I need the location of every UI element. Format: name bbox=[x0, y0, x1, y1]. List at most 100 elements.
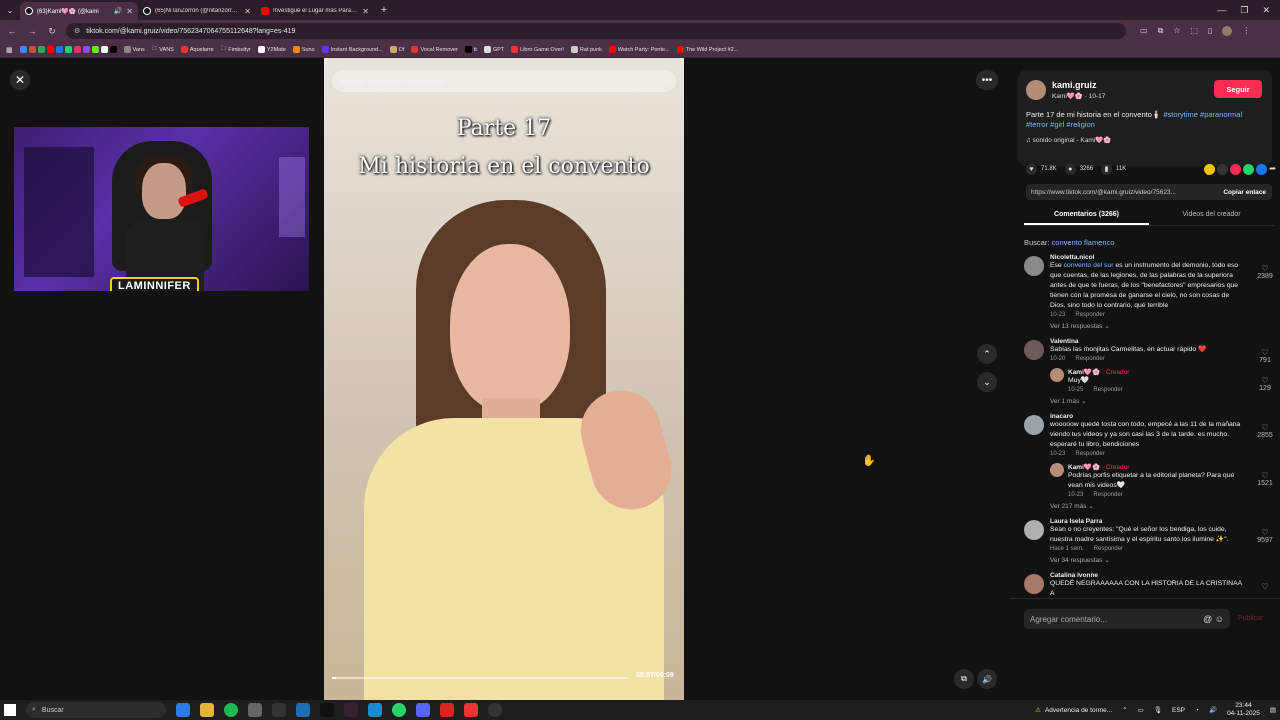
site-info-icon[interactable]: ⚙ bbox=[74, 27, 80, 35]
mention-icon[interactable]: @ bbox=[1203, 614, 1212, 624]
bookmark-fimbultyr[interactable]: 🗀 Fimbultyr bbox=[221, 45, 251, 54]
taskbar-clock[interactable]: 23:44 04-11-2025 bbox=[1227, 702, 1260, 718]
reply-author[interactable]: Kami🩷🌸 · Creador bbox=[1068, 368, 1276, 376]
bookmark-icon[interactable] bbox=[109, 46, 117, 53]
tab-comments[interactable]: Comentarios (3266) bbox=[1024, 206, 1149, 225]
bookmark-vocal-remover[interactable]: Vocal Remover bbox=[411, 46, 458, 53]
video-progress-bar[interactable] bbox=[332, 677, 628, 679]
app-icon[interactable] bbox=[344, 703, 358, 717]
browser-tab-nitanzorron[interactable]: (65)NiTanZorron (@nitanzorron) ✕ bbox=[138, 2, 256, 20]
sidebar-icon[interactable]: ▯ bbox=[1208, 26, 1212, 36]
commenter-avatar[interactable] bbox=[1024, 574, 1044, 594]
search-icon[interactable]: ⌕ bbox=[664, 76, 668, 86]
star-icon[interactable]: ☆ bbox=[1173, 26, 1180, 36]
picture-in-picture-button[interactable]: ⧉ bbox=[954, 669, 974, 689]
close-tab-icon[interactable]: ✕ bbox=[244, 7, 251, 16]
menu-icon[interactable]: ⋮ bbox=[1242, 26, 1250, 36]
tab-creator-videos[interactable]: Videos del creador bbox=[1149, 206, 1274, 225]
tab-search-icon[interactable]: ⌄ bbox=[0, 0, 20, 20]
creator-reply-avatar[interactable] bbox=[1050, 368, 1064, 382]
bookmark-vans-folder[interactable]: 🗀 VANS bbox=[152, 45, 174, 54]
embed-icon[interactable] bbox=[1217, 163, 1229, 175]
maximize-icon[interactable]: ❐ bbox=[1240, 5, 1248, 16]
commenter-name[interactable]: Catalina Ivonne bbox=[1050, 572, 1276, 579]
close-window-icon[interactable]: ✕ bbox=[1262, 5, 1270, 16]
whatsapp-icon[interactable] bbox=[392, 703, 406, 717]
bookmark-icon[interactable] bbox=[46, 46, 54, 53]
volume-icon[interactable]: 🔊 bbox=[1209, 706, 1217, 714]
bookmark-icon[interactable] bbox=[73, 46, 81, 53]
browser-tab-kami[interactable]: (63)Kami🩷🌸 (@kami 🔊 ✕ bbox=[20, 2, 138, 20]
language-indicator[interactable]: ESP bbox=[1172, 707, 1185, 714]
obs-icon[interactable] bbox=[320, 703, 334, 717]
bookmark-icon[interactable] bbox=[100, 46, 108, 53]
more-options-button[interactable]: ••• bbox=[976, 70, 998, 90]
comment-like-button[interactable]: ♡ 2389 bbox=[1254, 264, 1276, 280]
follow-button[interactable]: Seguir bbox=[1214, 80, 1262, 98]
comment-like-button[interactable]: ♡ bbox=[1254, 582, 1276, 591]
reply-button[interactable]: Responder bbox=[1075, 312, 1104, 318]
view-more-replies-button[interactable]: Ver 217 más ⌄ bbox=[1050, 502, 1276, 510]
notifications-icon[interactable]: ▤ bbox=[1270, 706, 1276, 714]
bookmark-vans[interactable]: Vans bbox=[123, 46, 145, 53]
forward-icon[interactable]: → bbox=[26, 26, 38, 36]
commenter-name[interactable]: Valentina bbox=[1050, 338, 1276, 345]
taskbar-search[interactable]: ⌕ Buscar bbox=[26, 702, 166, 718]
bookmark-rat-punk[interactable]: Rat punk bbox=[570, 46, 602, 53]
bookmark-libro-game-over[interactable]: Libro Game Over! bbox=[511, 46, 564, 53]
commenter-avatar[interactable] bbox=[1024, 520, 1044, 540]
windows-start-icon[interactable] bbox=[4, 704, 16, 716]
comment-keyword-link[interactable]: convento del sur bbox=[1064, 262, 1114, 269]
share-arrow-icon[interactable]: ➦ bbox=[1269, 164, 1276, 175]
comments-list[interactable]: Nicoletta.nicol Ese convento del sur es … bbox=[1024, 254, 1276, 650]
creator-avatar[interactable] bbox=[1026, 80, 1046, 100]
back-icon[interactable]: ← bbox=[6, 26, 18, 36]
url-field[interactable]: ⚙ tiktok.com/@kami.gruiz/video/756234706… bbox=[66, 23, 1126, 39]
like-button[interactable]: ♥ 71.8K bbox=[1026, 163, 1057, 175]
apps-icon[interactable]: ▦ bbox=[6, 46, 13, 54]
bookmark-icon[interactable] bbox=[55, 46, 63, 53]
view-replies-button[interactable]: Ver 13 respuestas ⌄ bbox=[1050, 322, 1276, 330]
bookmark-wild-project[interactable]: The Wild Project #2... bbox=[676, 46, 738, 53]
video-player[interactable]: Buscar contenido relacionado ⌕ Parte 17 … bbox=[324, 58, 684, 700]
bookmark-instant-background[interactable]: Instant Background... bbox=[321, 46, 383, 53]
facebook-icon[interactable] bbox=[1256, 163, 1268, 175]
search-suggestion-link[interactable]: convento flamenco bbox=[1052, 238, 1115, 247]
bookmark-icon[interactable] bbox=[37, 46, 45, 53]
publish-button[interactable]: Publicar bbox=[1238, 615, 1263, 622]
edge-icon[interactable] bbox=[176, 703, 190, 717]
network-icon[interactable]: ▭ bbox=[1138, 706, 1144, 714]
coin-icon[interactable] bbox=[1204, 163, 1216, 175]
weather-alert[interactable]: ⚠ Advertencia de torme... bbox=[1035, 706, 1112, 715]
cast-icon[interactable]: ▭ bbox=[1140, 26, 1148, 36]
commenter-name[interactable]: Laura Isela Parra bbox=[1050, 518, 1276, 525]
comment-input[interactable]: Agregar comentario... @ ☺ bbox=[1024, 609, 1230, 629]
reply-button[interactable]: Responder bbox=[1075, 451, 1104, 457]
creator-reply-avatar[interactable] bbox=[1050, 463, 1064, 477]
commenter-avatar[interactable] bbox=[1024, 415, 1044, 435]
commenter-name[interactable]: inacaro bbox=[1050, 413, 1276, 420]
close-tab-icon[interactable]: ✕ bbox=[126, 7, 133, 16]
bookmark-gpt[interactable]: GPT bbox=[483, 46, 504, 53]
browser-tab-youtube[interactable]: Investigué el Lugar más Paranor... ✕ bbox=[256, 2, 374, 20]
volume-button[interactable]: 🔊 bbox=[977, 669, 997, 689]
view-replies-button[interactable]: Ver 34 respuestas ⌄ bbox=[1050, 556, 1276, 564]
reload-icon[interactable]: ↻ bbox=[46, 26, 58, 37]
whatsapp-icon[interactable] bbox=[1243, 163, 1255, 175]
bookmark-icon[interactable] bbox=[82, 46, 90, 53]
reply-button[interactable]: Responder bbox=[1093, 492, 1122, 498]
app-icon[interactable] bbox=[368, 703, 382, 717]
next-video-button[interactable]: ⌄ bbox=[977, 372, 997, 392]
related-search-input[interactable]: Buscar contenido relacionado ⌕ bbox=[332, 70, 676, 92]
bookmark-icon[interactable] bbox=[91, 46, 99, 53]
app-icon[interactable] bbox=[272, 703, 286, 717]
bookmark-tt[interactable]: tt bbox=[464, 46, 477, 53]
copy-link-button[interactable]: Copiar enlace bbox=[1217, 189, 1272, 196]
bookmark-icon[interactable] bbox=[64, 46, 72, 53]
bookmark-y2mate[interactable]: Y2Mate bbox=[257, 46, 286, 53]
comment-like-button[interactable]: ♡ 791 bbox=[1254, 348, 1276, 364]
commenter-name[interactable]: Nicoletta.nicol bbox=[1050, 254, 1276, 261]
discord-icon[interactable] bbox=[416, 703, 430, 717]
send-icon[interactable] bbox=[1230, 163, 1242, 175]
bookmark-watch-party[interactable]: Watch Party: Ponte... bbox=[608, 46, 670, 53]
